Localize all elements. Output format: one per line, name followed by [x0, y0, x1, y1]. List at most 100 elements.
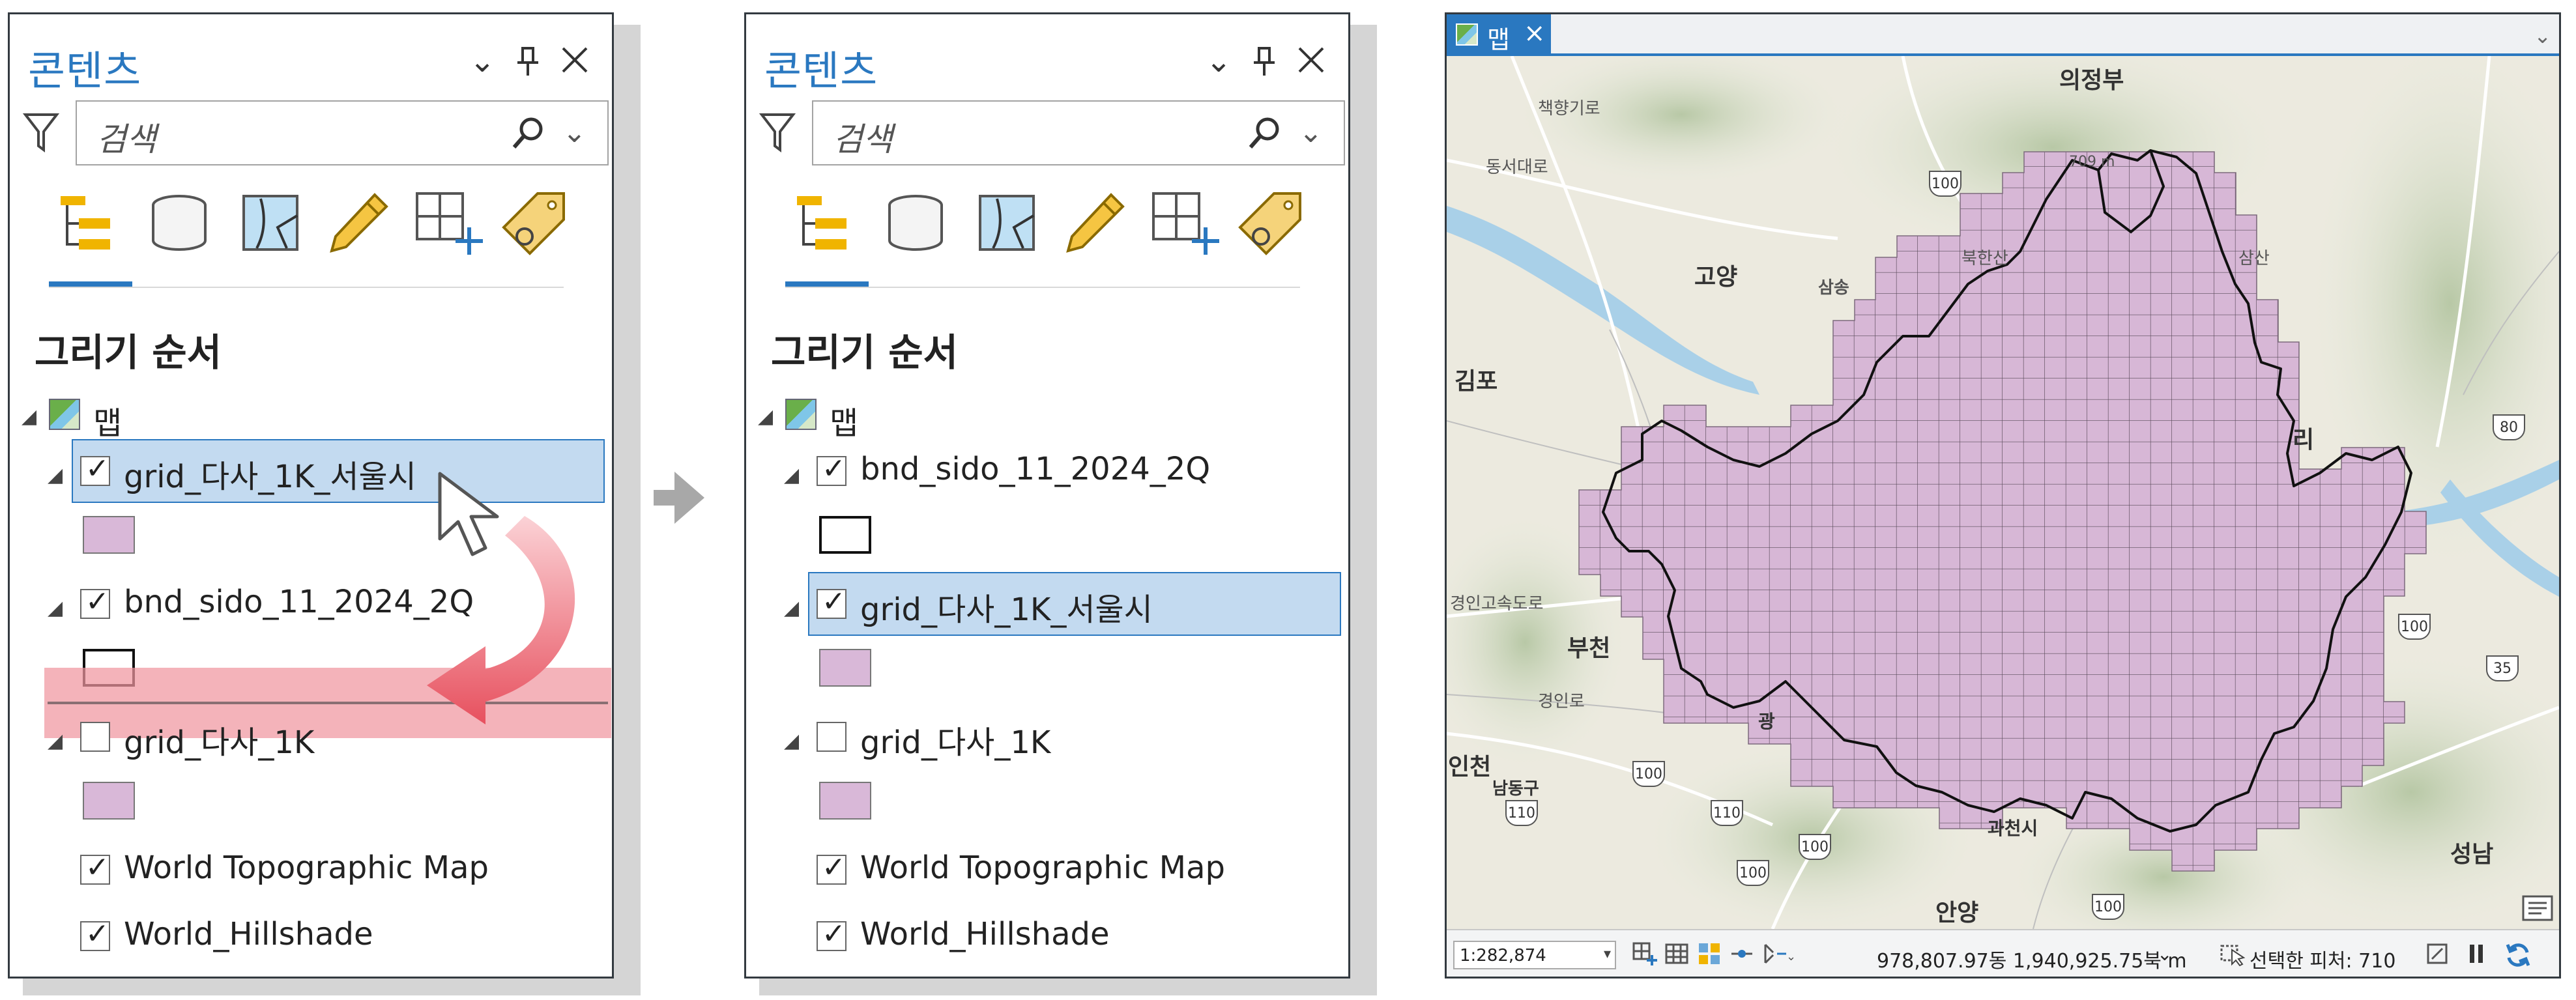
- tab-close-icon[interactable]: ×: [1524, 18, 1546, 48]
- place-label: 남동구: [1492, 779, 1539, 799]
- search-input[interactable]: 검색 ⌄: [812, 100, 1345, 165]
- layer-visibility-checkbox[interactable]: ✓: [817, 452, 847, 486]
- road-label: 경인고속도로: [1450, 594, 1544, 614]
- expand-triangle-icon[interactable]: ◢: [784, 597, 799, 620]
- polygon-symbol-swatch[interactable]: [83, 516, 135, 554]
- route-shield-icon: 110: [1711, 800, 1743, 826]
- editing-pencil-icon[interactable]: [323, 187, 394, 261]
- elevation-label: 709 m: [2069, 154, 2115, 170]
- place-label: 부천: [1567, 635, 1611, 662]
- data-source-icon[interactable]: [880, 187, 951, 261]
- layer-label[interactable]: grid_다사_1K: [860, 717, 1050, 762]
- layer-label[interactable]: grid_다사_1K_서울시: [124, 451, 416, 496]
- road-label: 책향기로: [1538, 99, 1600, 119]
- layer-label[interactable]: grid_다사_1K_서울시: [860, 584, 1153, 629]
- map-tab-label: 맵: [1487, 25, 1510, 54]
- layer-label[interactable]: World_Hillshade: [860, 916, 1110, 952]
- pause-drawing-icon[interactable]: [2463, 941, 2489, 969]
- drawing-order-icon[interactable]: [784, 187, 856, 261]
- labeling-tag-icon[interactable]: [499, 187, 570, 261]
- polygon-symbol-swatch[interactable]: [83, 782, 135, 820]
- search-icon[interactable]: [510, 115, 547, 154]
- search-options-chevron-icon[interactable]: ⌄: [1299, 116, 1323, 149]
- layer-label[interactable]: World_Hillshade: [124, 916, 373, 952]
- place-label: 의정부: [2059, 67, 2124, 94]
- layer-visibility-checkbox[interactable]: ✓: [80, 920, 110, 951]
- navigation-icon[interactable]: ⌄: [1761, 941, 1796, 969]
- close-icon[interactable]: [560, 46, 589, 79]
- place-label: 광: [1758, 711, 1775, 732]
- expand-triangle-icon[interactable]: ◢: [784, 730, 799, 752]
- layer-visibility-checkbox[interactable]: ✓: [80, 455, 110, 486]
- layer-label[interactable]: grid_다사_1K: [124, 717, 314, 762]
- coordinate-units-chevron-icon[interactable]: ⌄: [2157, 943, 2172, 965]
- map-node-label[interactable]: 맵: [93, 397, 122, 443]
- expand-triangle-icon[interactable]: ◢: [48, 464, 63, 487]
- snapping-grid-add-icon[interactable]: [1147, 187, 1225, 261]
- tab-list-chevron-icon[interactable]: ⌄: [2534, 23, 2551, 48]
- pin-icon[interactable]: [515, 46, 541, 82]
- layer-visibility-checkbox[interactable]: ✓: [80, 588, 110, 619]
- pane-options-chevron-icon[interactable]: ⌄: [469, 46, 495, 77]
- map-icon: [785, 399, 817, 430]
- expand-triangle-icon[interactable]: ◢: [48, 597, 63, 620]
- route-shield-icon: 100: [1799, 834, 1831, 860]
- layer-label[interactable]: World Topographic Map: [860, 850, 1225, 886]
- search-placeholder: 검색: [96, 121, 156, 158]
- table-grid-icon[interactable]: [1664, 941, 1690, 969]
- scale-selector[interactable]: 1:282,874 ▾: [1453, 941, 1616, 969]
- close-icon[interactable]: [1297, 46, 1325, 79]
- tab-divider: [785, 287, 1300, 288]
- layer-visibility-checkbox[interactable]: ✓: [80, 851, 110, 885]
- polygon-symbol-swatch[interactable]: [819, 649, 871, 687]
- layer-label[interactable]: World Topographic Map: [124, 850, 489, 886]
- pane-title: 콘텐츠: [28, 47, 142, 94]
- drawing-order-icon[interactable]: [48, 187, 119, 261]
- layer-visibility-checkbox[interactable]: ✓: [817, 853, 847, 885]
- search-options-chevron-icon[interactable]: ⌄: [562, 116, 586, 149]
- layer-visibility-checkbox[interactable]: [80, 722, 110, 752]
- route-shield-icon: 100: [2398, 614, 2431, 640]
- pin-icon[interactable]: [1251, 46, 1277, 82]
- labeling-tag-icon[interactable]: [1235, 187, 1307, 261]
- search-icon[interactable]: [1247, 115, 1283, 154]
- clear-selection-icon[interactable]: [2424, 941, 2450, 969]
- snapping-grid-add-icon[interactable]: [411, 187, 489, 261]
- scale-dropdown-chevron-icon[interactable]: ▾: [1604, 946, 1611, 962]
- editing-pencil-icon[interactable]: [1059, 187, 1131, 261]
- attribution-icon[interactable]: [2521, 894, 2554, 925]
- refresh-icon[interactable]: [2504, 941, 2532, 972]
- checkmark-icon: ✓: [822, 452, 846, 485]
- filter-icon[interactable]: [22, 112, 60, 155]
- expand-triangle-icon[interactable]: ◢: [48, 730, 63, 752]
- snapping-icon[interactable]: [1729, 941, 1755, 969]
- grid-snap-icon[interactable]: [1631, 941, 1657, 969]
- outline-symbol-swatch[interactable]: [819, 516, 871, 554]
- expand-triangle-icon[interactable]: ◢: [22, 405, 36, 428]
- road-label: 동서대로: [1486, 158, 1548, 177]
- layer-label[interactable]: bnd_sido_11_2024_2Q: [860, 451, 1210, 487]
- checkmark-icon: ✓: [85, 851, 109, 884]
- search-input[interactable]: 검색 ⌄: [76, 100, 609, 165]
- data-source-icon[interactable]: [143, 187, 215, 261]
- polygon-symbol-swatch[interactable]: [819, 782, 871, 820]
- expand-triangle-icon[interactable]: ◢: [758, 405, 773, 428]
- map-tab[interactable]: 맵 ×: [1447, 14, 1551, 54]
- layer-visibility-checkbox[interactable]: ✓: [817, 917, 847, 951]
- layer-visibility-checkbox[interactable]: ✓: [817, 588, 847, 619]
- mouse-cursor-icon: [438, 472, 499, 556]
- selection-icon[interactable]: [235, 187, 306, 261]
- selection-icon[interactable]: [971, 187, 1043, 261]
- transition-arrow-icon: [648, 464, 708, 534]
- select-features-icon[interactable]: [2219, 941, 2248, 969]
- layout-grid-icon[interactable]: [1696, 941, 1722, 969]
- filter-icon[interactable]: [759, 112, 796, 155]
- pane-options-chevron-icon[interactable]: ⌄: [1206, 46, 1232, 77]
- layer-visibility-checkbox[interactable]: [817, 722, 847, 752]
- section-title: 그리기 순서: [35, 330, 222, 375]
- map-node-label[interactable]: 맵: [830, 397, 858, 443]
- place-label: 인천: [1448, 754, 1492, 780]
- expand-triangle-icon[interactable]: ◢: [784, 464, 799, 487]
- checkmark-icon: ✓: [822, 917, 846, 950]
- map-canvas[interactable]: 의정부 고양 김포 부천 인천 성남 안양 과천시 남동구 리 광 책향기로 동…: [1447, 56, 2559, 929]
